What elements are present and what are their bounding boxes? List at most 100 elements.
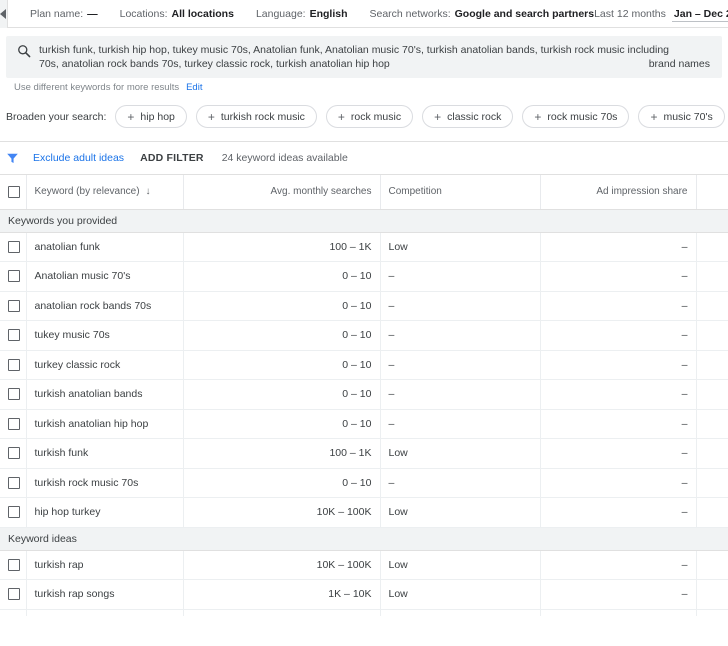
row-checkbox[interactable] (8, 241, 20, 253)
row-checkbox-cell (0, 380, 26, 410)
brand-names-label: brand names (649, 57, 712, 71)
table-row[interactable]: anatolian rock bands 70s 0 – 10 – – (0, 291, 728, 321)
column-header-keyword[interactable]: Keyword (by relevance)↓ (26, 175, 183, 209)
setting-language-label: Language: (256, 8, 306, 20)
table-row[interactable]: anatolian funk 100 – 1K Low – (0, 232, 728, 262)
setting-language[interactable]: Language: English (256, 8, 348, 20)
cell-spacer (696, 232, 728, 262)
broaden-chip-5-label: music 70's (663, 111, 712, 123)
cell-ad-impression-share: – (540, 321, 696, 351)
row-checkbox[interactable] (8, 329, 20, 341)
broaden-chip-5[interactable]: + music 70's (638, 105, 724, 128)
column-header-competition[interactable]: Competition (380, 175, 540, 209)
broaden-chip-0[interactable]: + hip hop (115, 105, 186, 128)
row-checkbox[interactable] (8, 270, 20, 282)
keyword-search-input[interactable]: turkish funk, turkish hip hop, tukey mus… (6, 36, 722, 78)
table-row[interactable]: turkish rap 10K – 100K Low – (0, 550, 728, 580)
setting-locations[interactable]: Locations: All locations (120, 8, 234, 20)
section-header-keyword-ideas: Keyword ideas (0, 527, 728, 550)
collapse-panel-handle[interactable] (0, 0, 8, 28)
row-checkbox-cell (0, 468, 26, 498)
cell-avg-monthly-searches: 0 – 10 (183, 350, 380, 380)
cell-spacer (696, 262, 728, 292)
cell-keyword: turkish anatolian hip hop (26, 409, 183, 439)
cell-spacer (696, 439, 728, 469)
section-header-label: Keyword ideas (0, 527, 728, 550)
setting-plan-name[interactable]: Plan name: — (30, 8, 98, 20)
column-header-ad-impression-share[interactable]: Ad impression share (540, 175, 696, 209)
setting-search-networks[interactable]: Search networks: Google and search partn… (370, 8, 595, 20)
cell-spacer (696, 498, 728, 528)
table-row[interactable]: Anatolian music 70's 0 – 10 – – (0, 262, 728, 292)
row-checkbox[interactable] (8, 477, 20, 489)
cell-ad-impression-share: – (540, 609, 696, 616)
cell-spacer (696, 291, 728, 321)
table-row[interactable]: tukey music 70s 0 – 10 – – (0, 321, 728, 351)
row-checkbox[interactable] (8, 588, 20, 600)
broaden-chip-1-label: turkish rock music (221, 111, 305, 123)
cell-avg-monthly-searches: 1K – 10K (183, 580, 380, 610)
cell-avg-monthly-searches: 0 – 10 (183, 291, 380, 321)
cell-competition: – (380, 321, 540, 351)
broaden-chip-3[interactable]: + classic rock (422, 105, 513, 128)
search-terms: turkish funk, turkish hip hop, tukey mus… (39, 43, 712, 71)
search-hint-text: Use different keywords for more results (14, 82, 179, 93)
cell-ad-impression-share: – (540, 439, 696, 469)
cell-avg-monthly-searches: 0 – 10 (183, 468, 380, 498)
cell-avg-monthly-searches: 10K – 100K (183, 550, 380, 580)
row-checkbox[interactable] (8, 300, 20, 312)
date-range-selector[interactable]: Jan – Dec 2019 (672, 6, 728, 22)
select-all-checkbox[interactable] (8, 186, 20, 198)
table-row[interactable]: turkish anatolian bands 0 – 10 – – (0, 380, 728, 410)
cell-keyword: best turkish rap (26, 609, 183, 616)
row-checkbox[interactable] (8, 447, 20, 459)
table-row[interactable]: turkish rap songs 1K – 10K Low – (0, 580, 728, 610)
cell-spacer (696, 468, 728, 498)
cell-spacer (696, 409, 728, 439)
search-icon (17, 44, 31, 63)
keyword-table-scroll[interactable]: Keyword (by relevance)↓ Avg. monthly sea… (0, 175, 728, 616)
cell-ad-impression-share: – (540, 380, 696, 410)
cell-competition: – (380, 468, 540, 498)
section-header-label: Keywords you provided (0, 209, 728, 232)
row-checkbox[interactable] (8, 359, 20, 371)
add-filter-button[interactable]: ADD FILTER (140, 152, 204, 164)
cell-avg-monthly-searches: 0 – 10 (183, 409, 380, 439)
exclude-adult-ideas-filter[interactable]: Exclude adult ideas (33, 152, 124, 164)
table-row[interactable]: best turkish rap 100 – 1K Low – (0, 609, 728, 616)
edit-keywords-link[interactable]: Edit (186, 82, 202, 93)
row-checkbox[interactable] (8, 559, 20, 571)
cell-competition: – (380, 350, 540, 380)
broaden-chip-4[interactable]: + rock music 70s (522, 105, 629, 128)
plus-icon: + (534, 111, 541, 123)
cell-keyword: turkish rap (26, 550, 183, 580)
row-checkbox[interactable] (8, 506, 20, 518)
table-row[interactable]: turkish anatolian hip hop 0 – 10 – – (0, 409, 728, 439)
plus-icon: + (650, 111, 657, 123)
cell-ad-impression-share: – (540, 409, 696, 439)
cell-competition: – (380, 291, 540, 321)
table-row[interactable]: turkish funk 100 – 1K Low – (0, 439, 728, 469)
row-checkbox-cell (0, 321, 26, 351)
cell-keyword: Anatolian music 70's (26, 262, 183, 292)
table-row[interactable]: turkey classic rock 0 – 10 – – (0, 350, 728, 380)
plus-icon: + (127, 111, 134, 123)
row-checkbox[interactable] (8, 388, 20, 400)
setting-search-networks-value: Google and search partners (455, 8, 594, 20)
cell-competition: – (380, 380, 540, 410)
date-range-label: Last 12 months (594, 8, 666, 20)
filter-funnel-icon[interactable] (6, 152, 19, 165)
search-hint: Use different keywords for more results … (6, 78, 722, 93)
broaden-chip-2[interactable]: + rock music (326, 105, 413, 128)
row-checkbox[interactable] (8, 418, 20, 430)
cell-avg-monthly-searches: 0 – 10 (183, 262, 380, 292)
table-row[interactable]: hip hop turkey 10K – 100K Low – (0, 498, 728, 528)
cell-spacer (696, 350, 728, 380)
cell-ad-impression-share: – (540, 262, 696, 292)
cell-spacer (696, 321, 728, 351)
broaden-chip-1[interactable]: + turkish rock music (196, 105, 317, 128)
broaden-search-label: Broaden your search: (6, 111, 106, 123)
column-header-avg-monthly-searches[interactable]: Avg. monthly searches (183, 175, 380, 209)
table-row[interactable]: turkish rock music 70s 0 – 10 – – (0, 468, 728, 498)
keyword-ideas-table: Keyword (by relevance)↓ Avg. monthly sea… (0, 175, 728, 616)
